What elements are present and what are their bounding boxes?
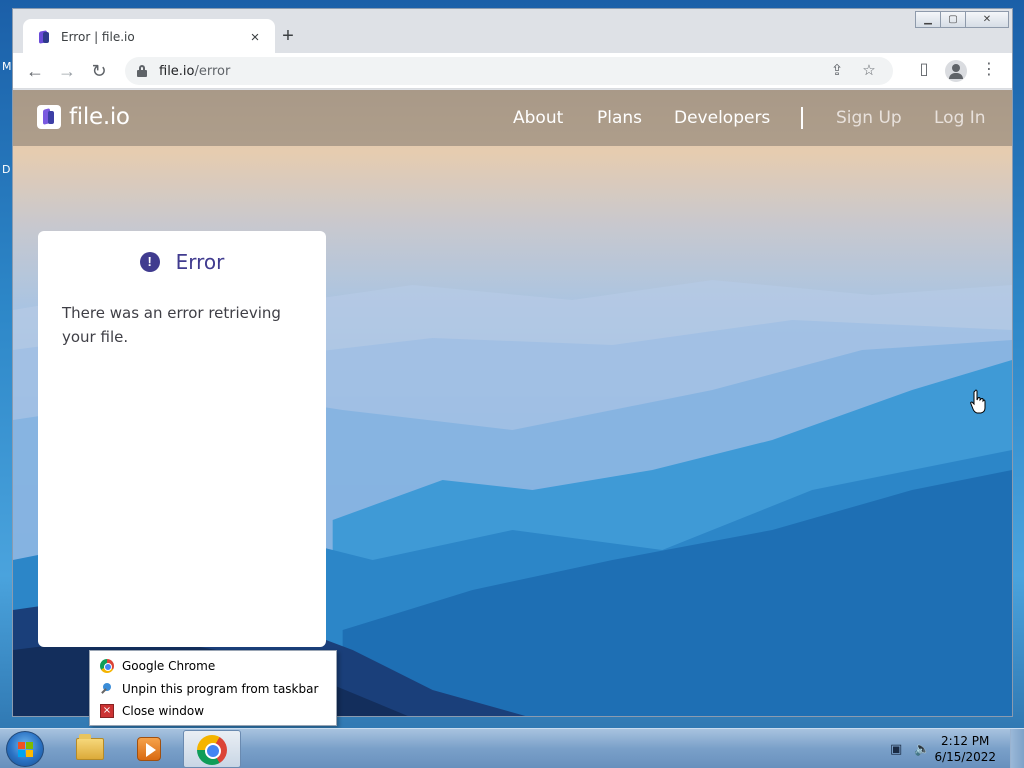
show-desktop-button[interactable] [1010,729,1024,768]
nav-plans[interactable]: Plans [597,108,642,128]
jump-list-unpin[interactable]: Unpin this program from taskbar [100,679,318,699]
error-card-header: ! Error [38,250,326,274]
start-button[interactable] [6,731,44,767]
nav-log-in[interactable]: Log In [934,108,986,128]
menu-icon[interactable]: ⋮ [978,59,1000,81]
jump-list-label: Unpin this program from taskbar [122,682,319,696]
jump-list-label: Google Chrome [122,659,216,673]
file-io-logo-icon [37,105,61,129]
maximize-button[interactable]: ▢ [940,11,966,28]
taskbar: ▣ 🔈 2:12 PM 6/15/2022 [0,728,1024,768]
unpin-icon [100,682,114,696]
share-icon[interactable]: ⇪ [827,61,847,81]
url-text[interactable]: file.io/error [159,64,230,79]
close-window-icon: × [100,704,114,718]
nav-sign-up[interactable]: Sign Up [836,108,902,128]
folder-icon [76,734,104,760]
desktop-icon-label: M [2,60,12,73]
media-player-icon [137,737,161,761]
nav-divider [801,107,803,129]
volume-icon[interactable]: 🔈 [914,741,930,757]
chrome-window: Error | file.io × + ▁ ▢ ✕ ← → ↻ file.io/… [12,8,1013,717]
tab-file-io-error[interactable]: Error | file.io × [23,19,275,55]
nav-developers[interactable]: Developers [674,108,770,128]
chrome-icon [197,735,227,765]
clock-date: 6/15/2022 [934,750,996,764]
site-header: file.io About Plans Developers Sign Up L… [13,90,1012,146]
taskbar-jump-list: Google Chrome Unpin this program from ta… [89,650,337,726]
profile-avatar-icon[interactable] [945,60,967,82]
jump-list-google-chrome[interactable]: Google Chrome [100,656,215,676]
minimize-button[interactable]: ▁ [915,11,941,28]
reload-button[interactable]: ↻ [87,59,111,83]
error-title: Error [175,250,225,274]
jump-list-label: Close window [122,704,205,718]
file-io-logo[interactable]: file.io [37,104,130,130]
taskbar-file-explorer[interactable] [60,730,118,768]
error-message: There was an error retrieving your file. [62,304,281,346]
error-exclamation-icon: ! [139,252,160,272]
new-tab-button[interactable]: + [275,25,301,49]
network-icon[interactable]: ▣ [890,741,902,757]
error-card: ! Error There was an error retrieving yo… [38,231,326,647]
taskbar-google-chrome[interactable] [183,730,241,768]
jump-list-close-window[interactable]: × Close window [100,701,204,721]
close-button[interactable]: ✕ [965,11,1009,28]
title-bar: Error | file.io × + ▁ ▢ ✕ [13,9,1012,55]
tab-close-icon[interactable]: × [245,29,265,46]
forward-button[interactable]: → [55,59,79,83]
desktop-icon-label: D [2,163,11,176]
clock-time: 2:12 PM [941,734,990,748]
file-io-icon [37,30,51,44]
logo-text: file.io [69,104,130,130]
taskbar-clock[interactable]: 2:12 PM 6/15/2022 [934,733,996,765]
nav-about[interactable]: About [513,108,563,128]
page-content: file.io About Plans Developers Sign Up L… [13,90,1012,716]
address-bar[interactable]: file.io/error ⇪ ☆ [125,57,893,85]
window-controls: ▁ ▢ ✕ [915,11,1009,28]
lock-icon[interactable] [137,65,147,77]
side-panel-icon[interactable]: ▯ [913,59,935,81]
browser-toolbar: ← → ↻ file.io/error ⇪ ☆ ▯ ⋮ [13,53,1012,89]
tab-title: Error | file.io [61,30,135,44]
taskbar-media-player[interactable] [120,730,178,768]
back-button[interactable]: ← [23,59,47,83]
bookmark-star-icon[interactable]: ☆ [859,61,879,81]
windows-logo-icon [18,742,34,758]
chrome-icon [100,659,114,673]
hand-cursor-icon [970,389,986,414]
